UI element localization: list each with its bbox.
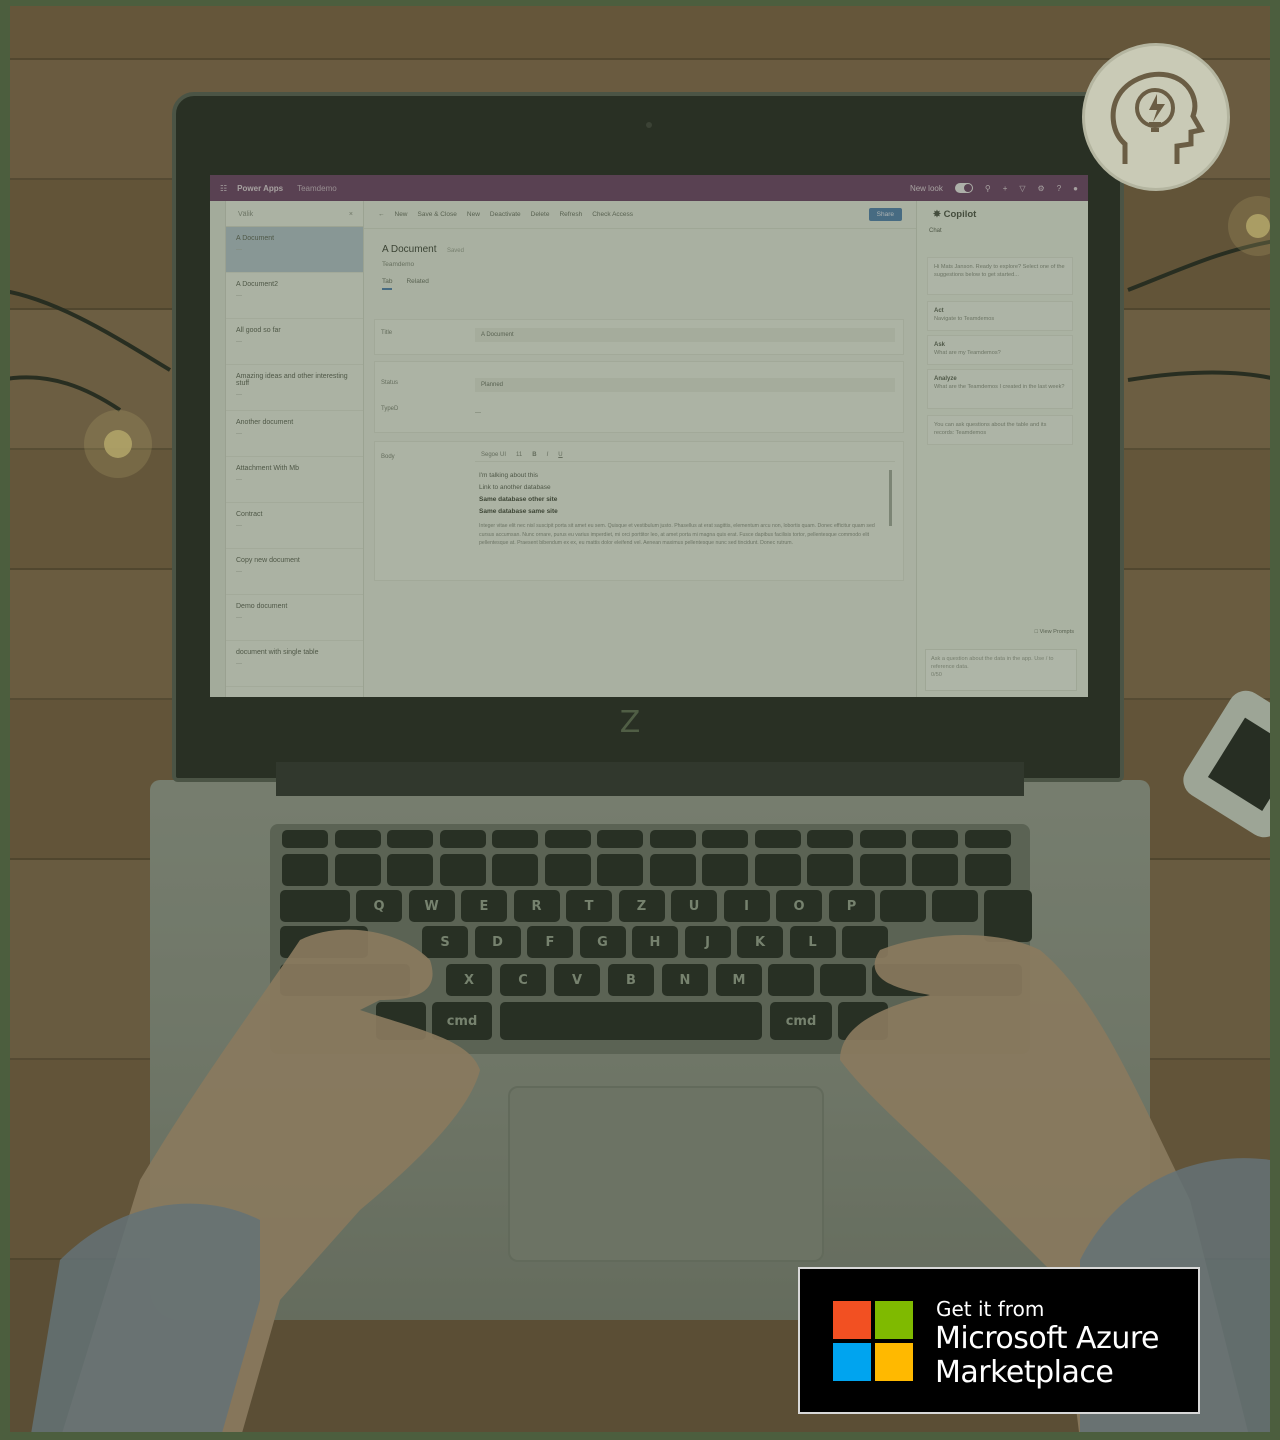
marketplace-name-line1: Microsoft Azure (935, 1321, 1159, 1356)
get-it-from: Get it from (936, 1297, 1045, 1321)
ms-logo-green (875, 1301, 913, 1339)
azure-marketplace-badge[interactable]: Get it from Microsoft Azure Marketplace (798, 1267, 1200, 1414)
ms-logo-yellow (875, 1343, 913, 1381)
marketplace-name-line2: Marketplace (935, 1355, 1114, 1390)
head-lightbulb-icon (1082, 43, 1230, 191)
ms-logo-blue (833, 1343, 871, 1381)
ms-logo-red (833, 1301, 871, 1339)
hands (30, 929, 1270, 1440)
photo-scene: Q W E R T Z U I O P S D F G H J K L X C V B N Mcmd cmd Z ☷ Power… (0, 0, 1280, 1440)
